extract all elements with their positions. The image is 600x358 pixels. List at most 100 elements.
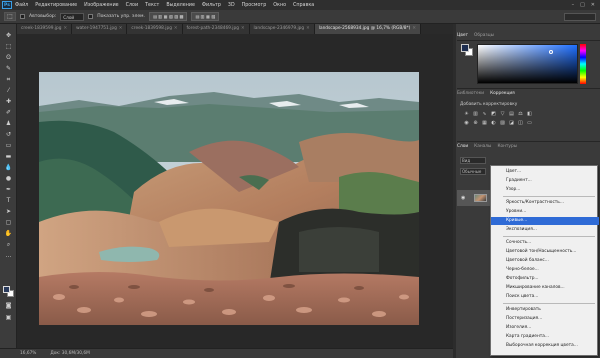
canvas-area[interactable] <box>17 34 453 348</box>
minimize-icon[interactable]: – <box>572 2 575 8</box>
menu-item-photo-filter[interactable]: Фотофильтр... <box>491 275 599 283</box>
exposure-icon[interactable]: ◩ <box>490 111 497 117</box>
vibrance-icon[interactable]: ▽ <box>499 111 506 117</box>
tab-paths[interactable]: Контуры <box>497 143 517 151</box>
align-buttons[interactable]: ▤ ▥ ▦ ▧ ▨ ▩ <box>148 12 188 21</box>
crop-tool-icon[interactable]: ⌗ <box>3 76 14 84</box>
menu-select[interactable]: Выделение <box>166 3 195 8</box>
blur-tool-icon[interactable]: 💧 <box>3 164 14 172</box>
selective-color-icon[interactable]: ◫ <box>517 120 524 126</box>
auto-select-target-select[interactable]: Слой <box>60 12 85 21</box>
posterize-icon[interactable]: ▨ <box>499 120 506 126</box>
dodge-tool-icon[interactable]: ● <box>3 175 14 183</box>
tab-document[interactable]: forest-path-2348469.jpg ✕ <box>182 24 250 34</box>
quick-mask-icon[interactable]: ◙ <box>3 302 14 310</box>
color-picker-field[interactable] <box>477 44 578 84</box>
menu-item-color-balance[interactable]: Цветовой баланс... <box>491 257 599 265</box>
panel-foreground-color[interactable] <box>461 44 469 52</box>
show-transform-checkbox[interactable] <box>88 14 94 19</box>
layer-thumbnail[interactable] <box>474 194 487 202</box>
menu-edit[interactable]: Редактирование <box>35 3 77 8</box>
color-lookup-icon[interactable]: ▦ <box>481 120 488 126</box>
tab-document-active[interactable]: landscape-2568934.jpg @ 16,7% (RGB/8*) ✕ <box>314 24 421 34</box>
zoom-level[interactable]: 16,67% <box>20 349 36 358</box>
menu-item-posterize[interactable]: Постеризация... <box>491 315 599 323</box>
pen-tool-icon[interactable]: ✒ <box>3 186 14 194</box>
threshold-icon[interactable]: ◪ <box>508 120 515 126</box>
tab-document[interactable]: creek-1839598.jpg ✕ <box>127 24 183 34</box>
menu-item-gradient-map[interactable]: Карта градиента... <box>491 333 599 341</box>
menu-file[interactable]: Файл <box>15 3 28 8</box>
stamp-tool-icon[interactable]: ♟ <box>3 120 14 128</box>
levels-icon[interactable]: ▥ <box>472 111 479 117</box>
black-white-icon[interactable]: ◧ <box>526 111 533 117</box>
menu-item-invert[interactable]: Инвертировать <box>491 306 599 314</box>
menu-view[interactable]: Просмотр <box>242 3 267 8</box>
workspace-select[interactable] <box>564 12 596 21</box>
tab-layers[interactable]: Слои <box>457 143 468 151</box>
maximize-icon[interactable]: □ <box>580 2 585 8</box>
distribute-buttons[interactable]: ▤ ▥ ▦ ▧ <box>191 12 220 21</box>
menu-3d[interactable]: 3D <box>228 3 235 8</box>
close-icon[interactable]: ✕ <box>306 26 310 31</box>
menu-item-curves[interactable]: Кривые... <box>491 217 599 225</box>
photo-filter-icon[interactable]: ◉ <box>463 120 470 126</box>
type-tool-icon[interactable]: T <box>3 197 14 205</box>
tab-swatches[interactable]: Образцы <box>474 32 494 40</box>
menu-item-gradient[interactable]: Градиент... <box>491 177 599 185</box>
close-icon[interactable]: ✕ <box>412 26 416 31</box>
menu-item-hue-saturation[interactable]: Цветовой тон/Насыщенность... <box>491 248 599 256</box>
path-select-tool-icon[interactable]: ➤ <box>3 208 14 216</box>
menu-item-exposure[interactable]: Экспозиция... <box>491 226 599 234</box>
gradient-map-icon[interactable]: ▭ <box>526 120 533 126</box>
hue-saturation-icon[interactable]: ▤ <box>508 111 515 117</box>
menu-window[interactable]: Окно <box>273 3 286 8</box>
menu-type[interactable]: Текст <box>145 3 159 8</box>
curves-icon[interactable]: ∿ <box>481 111 488 117</box>
auto-select-checkbox[interactable] <box>20 14 25 19</box>
brightness-icon[interactable]: ☀ <box>463 111 470 117</box>
tab-libraries[interactable]: Библиотеки <box>457 90 484 98</box>
menu-image[interactable]: Изображение <box>84 3 119 8</box>
quick-select-tool-icon[interactable]: ✎ <box>3 65 14 73</box>
menu-item-vibrance[interactable]: Сочность... <box>491 239 599 247</box>
brush-tool-icon[interactable]: ✐ <box>3 109 14 117</box>
zoom-tool-icon[interactable]: ⌕ <box>3 241 14 249</box>
menu-item-brightness-contrast[interactable]: Яркость/Контрастность... <box>491 199 599 207</box>
menu-filter[interactable]: Фильтр <box>202 3 221 8</box>
hue-slider[interactable] <box>580 44 586 84</box>
menu-help[interactable]: Справка <box>293 3 314 8</box>
lasso-tool-icon[interactable]: ʘ <box>3 54 14 62</box>
eyedropper-tool-icon[interactable]: ⁄ <box>3 87 14 95</box>
visibility-eye-icon[interactable]: ◉ <box>461 195 465 201</box>
menu-item-solid-color[interactable]: Цвет... <box>491 168 599 176</box>
tab-document[interactable]: water-1947751.jpg ✕ <box>72 24 128 34</box>
close-icon[interactable]: ✕ <box>64 26 68 31</box>
tab-color[interactable]: Цвет <box>457 32 468 40</box>
menu-item-black-white[interactable]: Черно-белое... <box>491 266 599 274</box>
close-icon[interactable]: ✕ <box>241 26 245 31</box>
menu-item-channel-mixer[interactable]: Микширование каналов... <box>491 284 599 292</box>
panel-collapse-strip[interactable] <box>453 24 456 358</box>
tab-document[interactable]: landscape-2346979.jpg ✕ <box>249 24 315 34</box>
blend-mode-select[interactable]: Обычные <box>460 168 486 175</box>
shape-tool-icon[interactable]: ▢ <box>3 219 14 227</box>
more-tools-icon[interactable]: … <box>3 252 14 260</box>
landscape-photo[interactable] <box>39 72 419 325</box>
gradient-tool-icon[interactable]: ▬ <box>3 153 14 161</box>
eraser-tool-icon[interactable]: ▭ <box>3 142 14 150</box>
tab-adjustments[interactable]: Коррекция <box>490 90 515 98</box>
history-brush-tool-icon[interactable]: ↺ <box>3 131 14 139</box>
close-icon[interactable]: ✕ <box>591 2 595 8</box>
screen-mode-icon[interactable]: ▣ <box>3 314 14 322</box>
menu-item-selective-color[interactable]: Выборочная коррекция цвета... <box>491 342 599 350</box>
color-balance-icon[interactable]: ⚖ <box>517 111 524 117</box>
menu-item-threshold[interactable]: Изогелия... <box>491 324 599 332</box>
menu-layers[interactable]: Слои <box>126 3 138 8</box>
invert-icon[interactable]: ◐ <box>490 120 497 126</box>
layer-kind-select[interactable]: Вид <box>460 157 486 164</box>
menu-item-color-lookup[interactable]: Поиск цвета... <box>491 293 599 301</box>
marquee-tool-icon[interactable]: ⬚ <box>3 43 14 51</box>
move-tool-preset-icon[interactable]: ⬚ <box>4 12 16 21</box>
move-tool-icon[interactable]: ✥ <box>3 32 14 40</box>
